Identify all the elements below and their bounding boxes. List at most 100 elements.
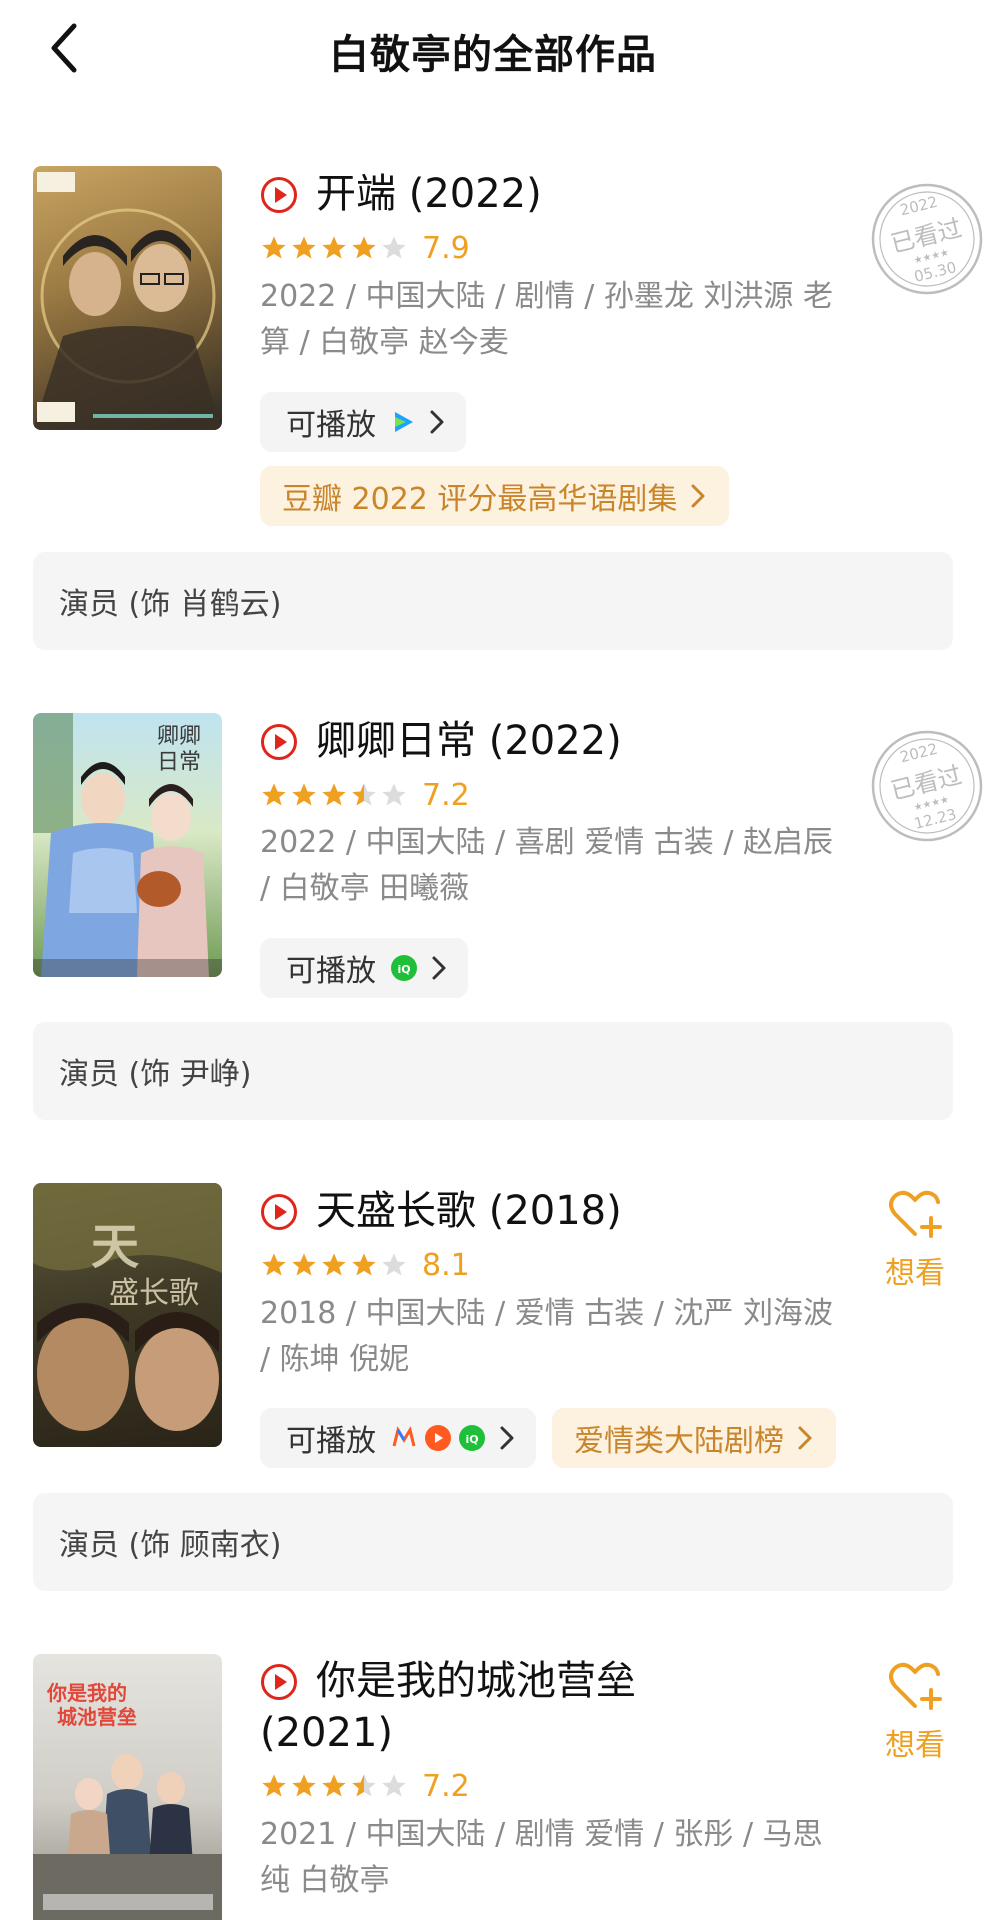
rating-row: 7.9	[260, 228, 470, 268]
platform-icons: iQ	[390, 1424, 486, 1452]
star-empty-icon	[382, 783, 406, 806]
rating-score: 7.2	[422, 777, 470, 813]
play-available-button[interactable]: 可播放 iQ	[260, 1408, 536, 1468]
rating-row: 7.2	[260, 775, 470, 815]
play-circle-icon	[261, 1664, 297, 1700]
chevron-right-icon	[430, 410, 444, 434]
watched-stamp-icon: 2022 已看过 ★★★★ 12.23	[871, 730, 983, 842]
stamp-year: 2022	[898, 740, 939, 767]
rating-row: 8.1	[260, 1245, 470, 1285]
work-title: 天盛长歌 (2018)	[316, 1188, 622, 1234]
rank-badge-button[interactable]: 爱情类大陆剧榜	[552, 1408, 836, 1468]
play-circle-icon	[261, 1194, 297, 1230]
role-info: 演员 (饰 顾南衣)	[33, 1493, 953, 1591]
want-to-watch-button[interactable]: 想看	[870, 1660, 960, 1764]
rank-badge-button[interactable]: 豆瓣 2022 评分最高华语剧集	[260, 466, 730, 526]
iqiyi-icon: iQ	[391, 955, 417, 981]
stamp-year: 2022	[898, 193, 939, 220]
play-available-label: 可播放	[286, 954, 376, 989]
mgtv-icon	[392, 1426, 416, 1447]
star-full-icon	[322, 236, 346, 259]
rank-label: 豆瓣 2022 评分最高华语剧集	[282, 482, 678, 517]
svg-text:你是我的: 你是我的	[46, 1681, 127, 1705]
chevron-right-icon	[691, 484, 705, 508]
star-empty-icon	[382, 1253, 406, 1276]
work-meta: 2018 / 中国大陆 / 爱情 古装 / 沈严 刘海波 / 陈坤 倪妮	[260, 1296, 833, 1377]
iqiyi-icon: iQ	[459, 1425, 485, 1451]
want-to-watch-button[interactable]: 想看	[870, 1188, 960, 1292]
star-full-icon	[292, 236, 316, 259]
star-half-icon	[352, 1774, 376, 1797]
rating-score: 7.2	[422, 1768, 470, 1804]
star-half-icon	[352, 783, 376, 806]
star-rating	[260, 1251, 410, 1279]
star-full-icon	[322, 1774, 346, 1797]
watched-stamp-icon: 2022 已看过 ★★★★ 05.30	[871, 183, 983, 295]
star-full-icon	[262, 236, 286, 259]
poster-image[interactable]	[33, 166, 222, 430]
svg-text:天: 天	[91, 1219, 139, 1275]
play-available-label: 可播放	[286, 408, 376, 443]
play-chip-row: 可播放 iQ	[260, 938, 468, 998]
star-full-icon	[262, 783, 286, 806]
play-chip-row: 可播放 iQ 爱情类大陆剧榜	[260, 1408, 836, 1468]
work-title: 你是我的城池营垒	[316, 1655, 636, 1707]
work-title-row[interactable]: 开端 (2022)	[260, 168, 542, 220]
work-title-row[interactable]: 天盛长歌 (2018)	[260, 1185, 622, 1237]
star-full-icon	[352, 1253, 376, 1276]
star-empty-icon	[382, 236, 406, 259]
svg-text:iQ: iQ	[397, 963, 410, 976]
star-full-icon	[322, 1253, 346, 1276]
page-title: 白敬亭的全部作品	[329, 32, 657, 78]
rank-label: 爱情类大陆剧榜	[574, 1424, 784, 1459]
youku-icon	[425, 1425, 451, 1451]
svg-text:卿卿: 卿卿	[157, 724, 201, 749]
star-full-icon	[352, 236, 376, 259]
heart-plus-icon	[889, 1190, 942, 1238]
chevron-right-icon	[432, 956, 446, 980]
svg-text:盛长歌: 盛长歌	[109, 1276, 199, 1311]
star-rating	[260, 781, 410, 809]
play-available-button[interactable]: 可播放 iQ	[260, 938, 468, 998]
svg-text:城池营垒: 城池营垒	[57, 1705, 137, 1729]
rating-row: 7.2	[260, 1766, 470, 1806]
work-title-row[interactable]: 卿卿日常 (2022)	[260, 715, 622, 767]
poster-image[interactable]: 天 盛长歌	[33, 1183, 222, 1447]
header: 白敬亭的全部作品	[0, 0, 986, 100]
star-rating	[260, 1772, 410, 1800]
star-full-icon	[292, 1774, 316, 1797]
poster-image[interactable]: 你是我的 城池营垒	[33, 1654, 222, 1920]
platform-icons: iQ	[390, 954, 418, 982]
play-chip-row: 可播放	[260, 392, 466, 452]
role-info: 演员 (饰 肖鹤云)	[33, 552, 953, 650]
work-meta: 2022 / 中国大陆 / 剧情 / 孙墨龙 刘洪源 老算 / 白敬亭 赵今麦	[260, 279, 833, 360]
work-title: 开端 (2022)	[316, 171, 542, 217]
star-empty-icon	[382, 1774, 406, 1797]
work-title-line1: 你是我的城池营垒	[316, 1658, 636, 1704]
poster-image[interactable]: 卿卿 日常	[33, 713, 222, 977]
tencent-video-icon	[395, 412, 413, 432]
star-full-icon	[322, 783, 346, 806]
svg-text:iQ: iQ	[465, 1433, 478, 1446]
chevron-right-icon	[500, 1426, 514, 1450]
star-full-icon	[292, 1253, 316, 1276]
work-title: 卿卿日常 (2022)	[316, 718, 622, 764]
work-meta: 2022 / 中国大陆 / 喜剧 爱情 古装 / 赵启辰 / 白敬亭 田曦薇	[260, 825, 833, 906]
want-to-watch-label: 想看	[885, 1728, 945, 1763]
rating-score: 7.9	[422, 230, 470, 266]
play-available-label: 可播放	[286, 1424, 376, 1459]
want-to-watch-label: 想看	[885, 1256, 945, 1291]
platform-icons	[390, 409, 416, 435]
role-info: 演员 (饰 尹峥)	[33, 1022, 953, 1120]
svg-text:日常: 日常	[157, 750, 201, 775]
star-full-icon	[262, 1774, 286, 1797]
play-available-button[interactable]: 可播放	[260, 392, 466, 452]
work-meta: 2021 / 中国大陆 / 剧情 爱情 / 张彤 / 马思纯 白敬亭	[260, 1817, 823, 1898]
work-title-row[interactable]: 你是我的城池营垒	[260, 1655, 636, 1707]
play-circle-icon	[261, 177, 297, 213]
chevron-right-icon	[798, 1426, 812, 1450]
star-full-icon	[292, 783, 316, 806]
rating-score: 8.1	[422, 1247, 470, 1283]
work-title-line2: (2021)	[260, 1710, 394, 1756]
star-rating	[260, 234, 410, 262]
